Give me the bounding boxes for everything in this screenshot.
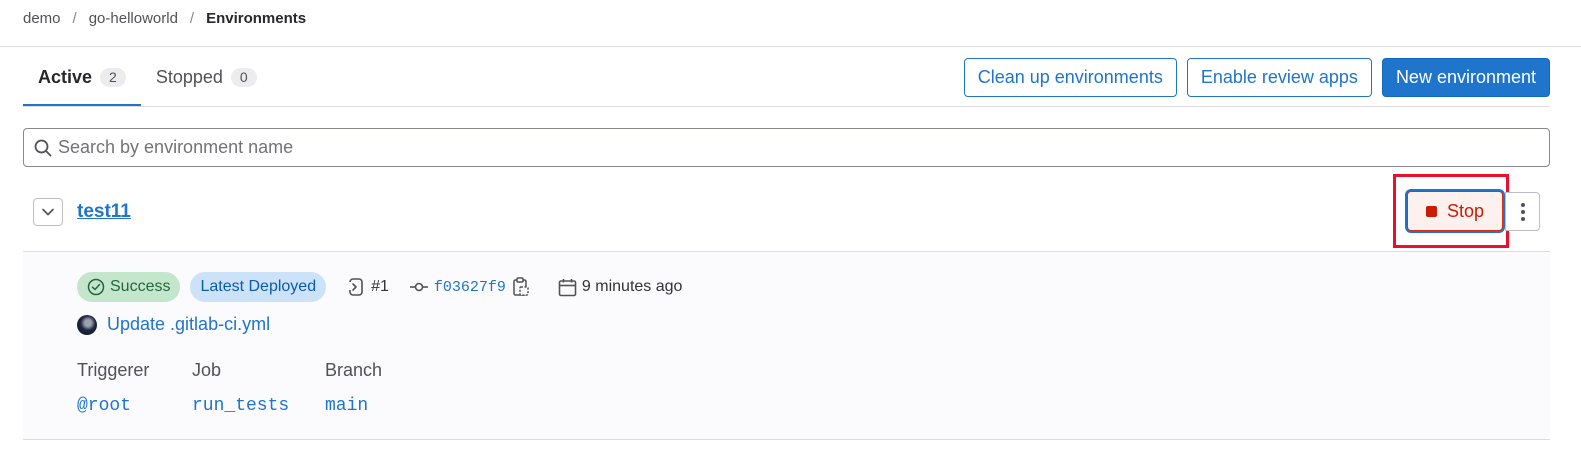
avatar[interactable] bbox=[77, 314, 97, 335]
check-circle-icon bbox=[87, 278, 105, 296]
stop-environment-button[interactable]: Stop bbox=[1407, 191, 1503, 231]
tab-stopped-label: Stopped bbox=[155, 66, 223, 87]
search-icon bbox=[34, 138, 54, 158]
breadcrumb-item-demo[interactable]: demo bbox=[23, 10, 61, 27]
triggerer-label: Triggerer bbox=[77, 360, 150, 380]
enable-review-apps-button[interactable]: Enable review apps bbox=[1186, 58, 1372, 97]
tab-stopped[interactable]: Stopped 0 bbox=[141, 48, 272, 106]
breadcrumb: demo / go-helloworld / Environments bbox=[23, 8, 306, 28]
kebab-icon-dot bbox=[1520, 209, 1525, 214]
kebab-icon-dot bbox=[1520, 216, 1525, 221]
clean-up-environments-button[interactable]: Clean up environments bbox=[963, 58, 1177, 97]
job-column: Job run_tests bbox=[192, 360, 325, 416]
header-actions: Clean up environments Enable review apps… bbox=[963, 58, 1550, 97]
status-badge[interactable]: Success bbox=[77, 272, 181, 302]
pipeline-number: #1 bbox=[371, 278, 389, 295]
more-actions-button[interactable] bbox=[1505, 192, 1540, 231]
breadcrumb-item-project[interactable]: go-helloworld bbox=[89, 10, 178, 27]
commit-title-link[interactable]: Update .gitlab-ci.yml bbox=[107, 314, 270, 335]
environment-row: test11 Stop bbox=[23, 172, 1550, 252]
header-divider bbox=[0, 46, 1581, 47]
environment-name-link[interactable]: test11 bbox=[77, 201, 131, 223]
latest-deployed-badge: Latest Deployed bbox=[190, 272, 327, 302]
pipeline-icon bbox=[346, 277, 366, 297]
tab-active-count: 2 bbox=[100, 68, 126, 87]
deployment-details: Success Latest Deployed #1 f03627f9 9 mi… bbox=[23, 252, 1550, 440]
search-box bbox=[23, 128, 1550, 167]
pipeline-item[interactable]: #1 bbox=[346, 277, 389, 297]
kebab-icon-dot bbox=[1520, 202, 1525, 207]
calendar-icon bbox=[558, 278, 577, 297]
branch-link[interactable]: main bbox=[325, 396, 382, 416]
stop-icon bbox=[1425, 205, 1437, 217]
commit-item: f03627f9 bbox=[409, 277, 534, 297]
expand-toggle-button[interactable] bbox=[33, 198, 63, 226]
branch-label: Branch bbox=[325, 360, 383, 380]
job-link[interactable]: run_tests bbox=[192, 396, 325, 416]
status-label: Success bbox=[110, 278, 171, 295]
tabs-divider bbox=[23, 106, 1550, 107]
new-environment-button[interactable]: New environment bbox=[1381, 58, 1550, 97]
tab-stopped-count: 0 bbox=[230, 67, 257, 87]
breadcrumb-separator: / bbox=[72, 9, 77, 27]
job-label: Job bbox=[192, 360, 222, 380]
commit-icon bbox=[409, 280, 429, 294]
triggerer-column: Triggerer @root bbox=[77, 360, 192, 416]
deployment-meta: Success Latest Deployed #1 f03627f9 9 mi… bbox=[77, 272, 682, 302]
deployed-time: 9 minutes ago bbox=[581, 278, 683, 295]
time-item: 9 minutes ago bbox=[558, 278, 683, 297]
stop-label: Stop bbox=[1446, 200, 1485, 221]
tab-active[interactable]: Active 2 bbox=[23, 48, 141, 107]
branch-column: Branch main bbox=[325, 360, 382, 416]
deployment-columns: Triggerer @root Job run_tests Branch mai… bbox=[77, 360, 382, 416]
search-input[interactable] bbox=[58, 137, 1549, 158]
triggerer-link[interactable]: @root bbox=[77, 396, 192, 416]
breadcrumb-separator: / bbox=[189, 9, 195, 27]
commit-sha-link[interactable]: f03627f9 bbox=[434, 279, 506, 296]
breadcrumb-current[interactable]: Environments bbox=[206, 10, 306, 27]
environment-tabs: Active 2 Stopped 0 bbox=[23, 48, 272, 107]
commit-line: Update .gitlab-ci.yml bbox=[77, 314, 270, 335]
copy-icon[interactable] bbox=[513, 277, 529, 297]
chevron-down-icon bbox=[42, 208, 54, 216]
tab-active-label: Active bbox=[38, 67, 93, 87]
